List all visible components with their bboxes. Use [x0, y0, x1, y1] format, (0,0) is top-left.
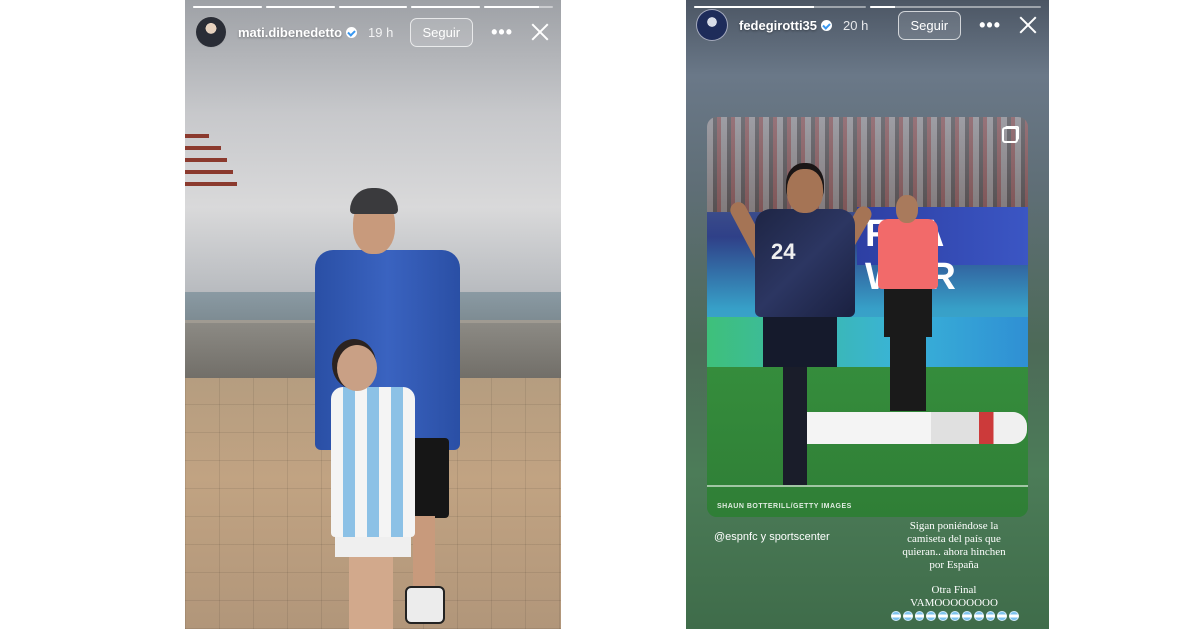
more-horizontal-icon[interactable]: ••• — [491, 23, 513, 41]
caption-line: por España — [929, 559, 979, 571]
progress-segment — [265, 6, 335, 8]
story-right: fedegirotti35 20 h Seguir ••• FIFA WOR 2… — [686, 0, 1049, 629]
argentina-flag-emoji-icon — [914, 611, 925, 621]
photo-credit: SHAUN BOTTERILL/GETTY IMAGES — [717, 503, 852, 510]
story-progress-bar — [193, 6, 553, 9]
story-caption: Sigan poniéndose la camiseta del país qu… — [884, 520, 1024, 610]
argentina-flag-emoji-row — [891, 611, 1019, 621]
player-number: 24 — [771, 239, 796, 264]
argentina-flag-emoji-icon — [902, 611, 913, 621]
progress-segment — [484, 6, 553, 8]
caption-line: quieran.. ahora hinchen — [902, 546, 1006, 558]
argentina-flag-emoji-icon — [961, 611, 972, 621]
argentina-flag-emoji-icon — [985, 611, 996, 621]
username[interactable]: mati.dibenedetto — [238, 25, 342, 40]
celebrating-player: 24 — [727, 169, 877, 499]
verified-badge-icon — [821, 19, 833, 31]
pergola-beams — [185, 130, 240, 200]
argentina-flag-emoji-icon — [938, 611, 949, 621]
post-time: 20 h — [843, 17, 869, 33]
argentina-flag-emoji-icon — [973, 611, 984, 621]
close-icon[interactable] — [529, 21, 551, 43]
avatar[interactable] — [696, 9, 728, 41]
argentina-flag-emoji-icon — [891, 611, 901, 621]
shared-post-photo[interactable]: FIFA WOR 24 SHAUN BOTTERILL/GETTY IMAGES — [707, 117, 1028, 517]
progress-segment — [338, 6, 408, 8]
follow-button[interactable]: Seguir — [409, 17, 474, 47]
post-time: 19 h — [368, 24, 394, 40]
progress-segment — [411, 6, 481, 8]
argentina-flag-emoji-icon — [926, 611, 937, 621]
caption-footer-line: VAMOOOOOOOO — [910, 597, 998, 609]
multiple-photos-icon — [1002, 127, 1018, 143]
progress-segment — [193, 6, 262, 8]
close-icon[interactable] — [1017, 14, 1039, 36]
follow-button[interactable]: Seguir — [897, 10, 962, 40]
story-left: mati.dibenedetto 19 h Seguir ••• — [185, 0, 561, 629]
argentina-flag-emoji-icon — [1009, 611, 1019, 621]
story-header: mati.dibenedetto 19 h Seguir ••• — [195, 15, 551, 49]
story-header: fedegirotti35 20 h Seguir ••• — [696, 8, 1039, 42]
caption-line: camiseta del país que — [907, 533, 1001, 545]
referee — [872, 195, 942, 415]
more-horizontal-icon[interactable]: ••• — [979, 16, 1001, 34]
caption-line: Sigan poniéndose la — [909, 520, 999, 532]
verified-badge-icon — [346, 26, 358, 38]
username[interactable]: fedegirotti35 — [739, 18, 817, 33]
argentina-flag-emoji-icon — [950, 611, 960, 621]
caption-footer-line: Otra Final — [931, 584, 977, 596]
mention-text[interactable]: @espnfc y sportscenter — [714, 531, 830, 543]
avatar[interactable] — [195, 16, 227, 48]
argentina-flag-emoji-icon — [997, 611, 1008, 621]
girl-in-jersey — [325, 345, 415, 629]
